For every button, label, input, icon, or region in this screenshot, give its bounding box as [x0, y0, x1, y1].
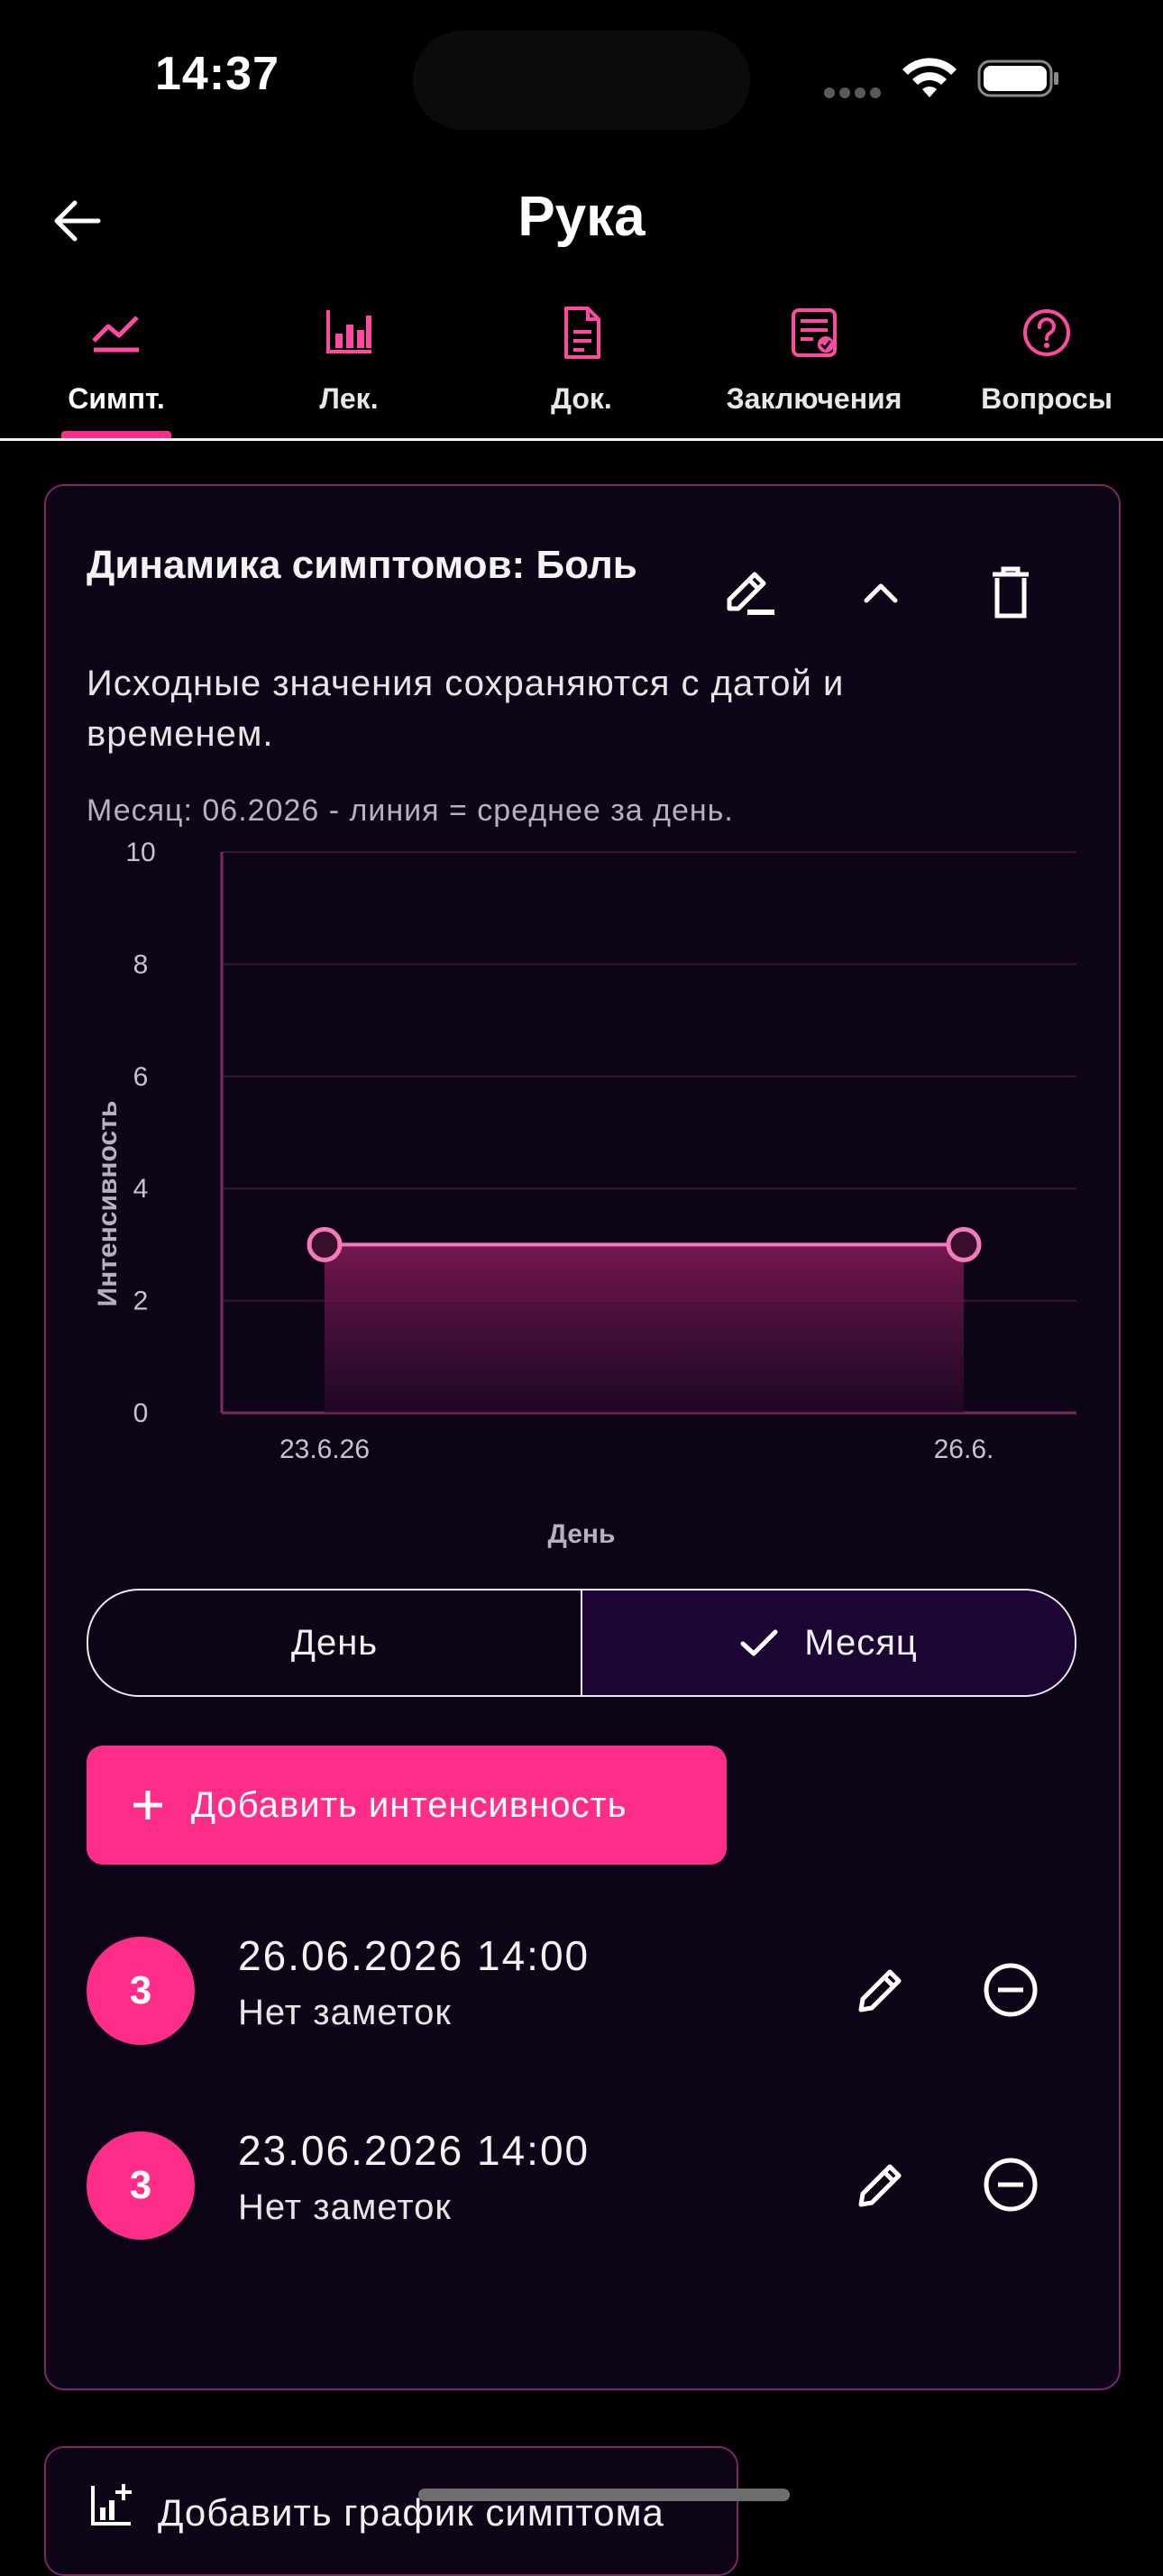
y-axis-label: Интенсивность	[93, 1101, 123, 1307]
data-point	[307, 1226, 343, 1262]
y-tick-label: 6	[133, 1062, 149, 1092]
x-tick-label: 26.6.	[934, 1435, 994, 1464]
edit-chart-button[interactable]	[710, 552, 792, 633]
list-item: 3 23.06.2026 14:00 Нет заметок	[87, 2126, 1078, 2243]
tab-questions[interactable]: Вопросы	[930, 298, 1163, 438]
status-time: 14:37	[155, 48, 279, 100]
minus-circle-icon	[984, 1963, 1038, 2017]
data-point	[946, 1226, 982, 1262]
tab-label: Заключения	[726, 382, 902, 415]
tab-label: Симпт.	[68, 382, 165, 415]
tab-symptoms[interactable]: Симпт.	[0, 298, 233, 438]
signal-dots-icon	[824, 87, 887, 98]
battery-icon	[977, 60, 1058, 97]
y-tick-label: 2	[133, 1287, 149, 1316]
x-axis-label: День	[548, 1519, 616, 1549]
add-intensity-button[interactable]: Добавить интенсивность	[87, 1746, 727, 1865]
plus-icon	[133, 1791, 162, 1820]
tab-documents[interactable]: Док.	[465, 298, 698, 438]
tab-label: Вопросы	[981, 382, 1113, 415]
tab-bar: Симпт. Лек. Док. Заключения Вопросы	[0, 298, 1163, 438]
segment-label: Месяц	[804, 1622, 918, 1663]
tab-label: Лек.	[319, 382, 379, 415]
collapse-button[interactable]	[840, 552, 921, 633]
entry-datetime: 26.06.2026 14:00	[238, 1932, 591, 1979]
edit-pen-icon	[727, 572, 774, 615]
chart-line-icon	[92, 316, 139, 353]
area-fill	[325, 1244, 964, 1413]
wifi-icon	[902, 58, 957, 97]
card-title: Динамика симптомов: Боль	[87, 543, 637, 587]
intensity-chart: 0 2 4 6 8 10 23.6.26 26.6. Интенсивность День	[93, 838, 1076, 1549]
edit-entry-button[interactable]	[840, 1949, 921, 2031]
document-icon	[564, 307, 600, 359]
help-circle-icon	[1023, 309, 1070, 356]
delete-chart-button[interactable]	[970, 552, 1051, 633]
tab-conclusions[interactable]: Заключения	[698, 298, 930, 438]
check-icon	[740, 1629, 778, 1656]
edit-entry-button[interactable]	[840, 2144, 921, 2225]
y-tick-label: 10	[125, 838, 155, 867]
card-description: Исходные значения сохраняются с датой и …	[87, 664, 845, 754]
report-icon	[792, 308, 837, 357]
y-tick-label: 4	[133, 1174, 149, 1204]
tab-label: Док.	[551, 382, 612, 415]
pencil-icon	[858, 1969, 902, 2012]
entry-note: Нет заметок	[238, 2187, 452, 2227]
entry-note: Нет заметок	[238, 1993, 452, 2032]
add-intensity-label: Добавить интенсивность	[191, 1784, 627, 1825]
y-tick-label: 8	[133, 949, 149, 979]
remove-entry-button[interactable]	[970, 1949, 1051, 2031]
y-tick-label: 0	[133, 1398, 149, 1428]
add-chart-icon	[91, 2484, 132, 2526]
pencil-icon	[858, 2164, 902, 2207]
tab-medications[interactable]: Лек.	[233, 298, 465, 438]
chevron-up-icon	[864, 583, 898, 603]
minus-circle-icon	[984, 2158, 1038, 2212]
active-tab-indicator	[61, 431, 171, 438]
intensity-badge: 3	[87, 2131, 195, 2240]
intensity-badge: 3	[87, 1937, 195, 2045]
bar-chart-icon	[326, 310, 371, 353]
trash-icon	[993, 566, 1029, 619]
remove-entry-button[interactable]	[970, 2144, 1051, 2225]
entry-datetime: 23.06.2026 14:00	[238, 2127, 591, 2174]
x-tick-label: 23.6.26	[279, 1435, 370, 1464]
segment-day[interactable]: День	[88, 1591, 581, 1695]
segment-label: День	[290, 1622, 379, 1663]
page-title: Рука	[517, 186, 646, 248]
chart-caption: Месяц: 06.2026 - линия = среднее за день…	[87, 793, 734, 828]
range-toggle: День Месяц	[87, 1589, 1076, 1697]
add-symptom-chart-button[interactable]: Добавить график симптома	[44, 2446, 738, 2576]
list-item: 3 26.06.2026 14:00 Нет заметок	[87, 1931, 1078, 2049]
home-indicator	[418, 2489, 790, 2501]
segment-month[interactable]: Месяц	[581, 1591, 1075, 1695]
dynamic-island	[413, 31, 750, 130]
tabs-divider	[0, 438, 1163, 441]
